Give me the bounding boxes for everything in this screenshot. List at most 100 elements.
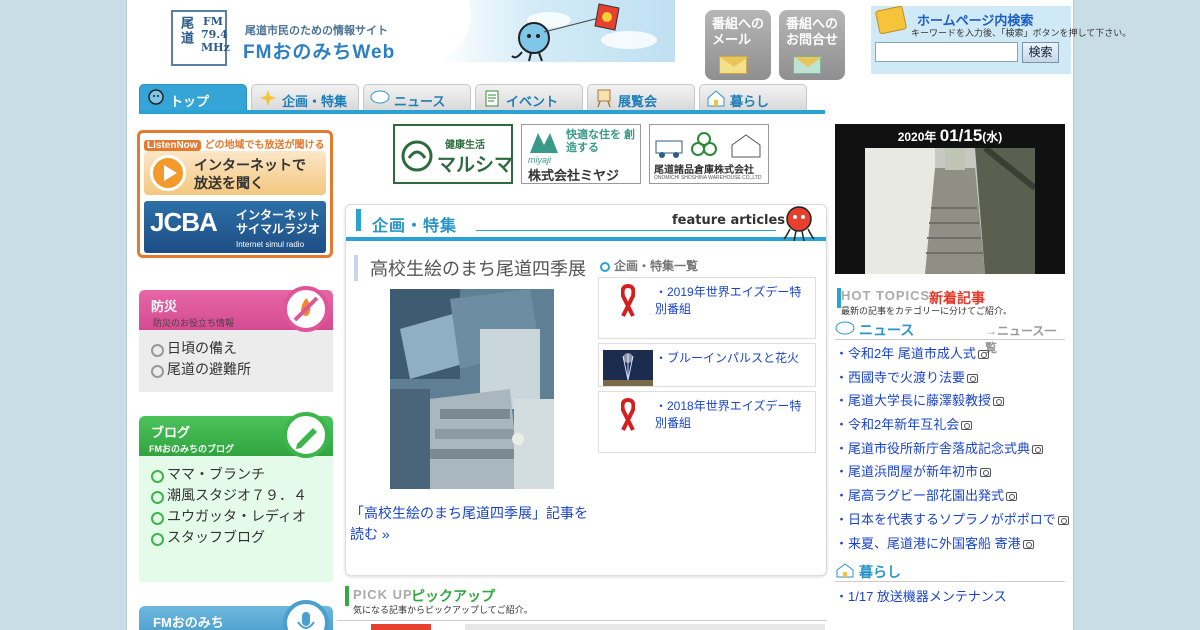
feature-list-title[interactable]: 企画・特集一覧 [600,257,698,274]
red-ribbon-icon [621,398,635,431]
blog-item[interactable]: ママ・ブランチ [139,464,309,485]
camera-icon [993,397,1005,407]
pickup-thumbnail[interactable] [371,624,431,630]
tab-events[interactable]: イベント [475,84,583,111]
book-icon [874,5,908,35]
search-note: キーワードを入力後、「検索」ボタンを押して下さい。 [911,28,1132,38]
fm-section: FMおのみち [139,600,333,630]
news-item[interactable]: ・来夏、尾道港に外国客船 寄港 [835,534,1075,558]
program-contact-label: 番組への お問合せ [786,16,839,47]
pickup-divider [337,620,827,621]
no-fire-icon [283,286,329,332]
feature-list-item[interactable]: ・2019年世界エイズデー特別番組 [598,277,816,339]
blog-item[interactable]: 潮風スタジオ７９．４ [139,485,309,506]
sponsor-name: 尾道諸品倉庫株式会社 [654,165,754,176]
news-list: ・令和2年 尾道市成人式 ・西國寺で火渡り法要 ・尾道大学長に藤澤毅教授 ・令和… [835,344,1075,557]
camera-icon [1057,515,1069,525]
sponsor-marushima[interactable]: 健康生活 マルシマ [393,124,513,184]
news-item[interactable]: ・尾道市役所新庁舎落成記念式典 [835,439,1075,463]
camera-icon [1022,539,1034,549]
tab-living[interactable]: 暮らし [699,84,807,111]
blog-subtitle: FMおのみちのブログ [149,444,234,454]
tab-label: ニュース [394,94,446,109]
feature-article-image[interactable] [390,289,554,489]
news-item[interactable]: ・尾道浜問屋が新年初市 [835,462,1075,486]
living-item[interactable]: ・1/17 放送機器メンテナンス [835,586,1007,605]
tab-label: 暮らし [730,94,770,109]
sponsor-name: マルシマ [437,155,514,176]
sponsor-top: 健康生活 [445,140,485,151]
site-search: ホームページ内検索 キーワードを入力後、「検索」ボタンを押して下さい。 検索 [871,5,1131,74]
tab-news[interactable]: ニュース [363,84,471,111]
feature-list-item[interactable]: ・2018年世界エイズデー特別番組 [598,391,816,453]
search-input[interactable] [875,42,1018,62]
bousai-item[interactable]: 尾道の避難所 [139,359,333,380]
station-logo[interactable]: 尾道 FM 79.4 MHz [171,10,230,66]
news-item[interactable]: ・尾道大学長に藤澤毅教授 [835,391,1075,415]
jcba-logo: JCBA [150,207,218,237]
site-tagline: 尾道市民のための情報サイト [245,25,388,37]
listen-badge: ListenNow [144,140,201,151]
feature-list-item[interactable]: ・ブルーインパルスと花火 [598,343,816,387]
listen-now-banner[interactable]: ListenNow どの地域でも放送が聞ける インターネットで 放送を聞く JCB… [137,130,333,258]
site-name[interactable]: FMおのみちWeb [243,37,395,64]
tab-top[interactable]: トップ [139,84,247,111]
search-button[interactable]: 検索 [1022,42,1059,63]
date-day: 01/15 [939,126,983,145]
speech-bubble-icon [835,321,855,335]
news-title: ニュース [859,322,915,338]
blog-item[interactable]: スタッフブログ [139,527,309,548]
camera-icon [1006,492,1018,502]
news-item[interactable]: ・日本を代表するソプラノがポポロで [835,510,1075,534]
feature-article-title[interactable]: 高校生絵のまち尾道四季展 [354,255,586,281]
camera-icon [1032,444,1044,454]
pickup-header: PICK UP ピックアップ 気になる記事からピックアップしてご紹介。 [343,584,823,615]
tab-features[interactable]: 企画・特集 [251,84,359,111]
news-item[interactable]: ・尾高ラグビー部花園出発式 [835,486,1075,510]
feature-header: 企画・特集 feature articles [346,205,826,242]
octopus-mascot-icon [783,206,815,242]
listen-internet-button[interactable]: インターネットで 放送を聞く [144,151,326,195]
miyaji-logo-icon [530,133,558,153]
tab-label: 企画・特集 [282,94,348,109]
pencil-icon [283,412,329,458]
bousai-title: 防災 [151,299,178,314]
sponsor-name: 株式会社ミヤジ [528,168,620,183]
nav-underline [139,110,825,114]
program-mail-button[interactable]: 番組への メール [705,10,771,80]
house-icon [707,90,725,107]
sponsor-warehouse[interactable]: 尾道諸品倉庫株式会社 ONOMICHI SHOSHINA WAREHOUSE C… [649,124,769,184]
easel-icon [597,89,611,108]
current-date: 2020年 01/15(水) [835,126,1065,146]
feature-panel: 企画・特集 feature articles 高校生絵のまち尾道四季展 「高校生… [345,204,827,576]
mascot-icon [148,89,164,105]
tab-exhibition[interactable]: 展覧会 [587,84,695,111]
daily-photo[interactable] [865,148,1035,274]
sponsor-top: 快適な住を 創造する [566,129,636,154]
pickup-subtitle: 気になる記事からピックアップしてご紹介。 [353,605,533,615]
jcba-banner[interactable]: JCBA インターネット サイマルラジオ Internet simul radi… [144,201,326,253]
jcba-line-3: Internet simul radio [236,240,305,249]
tab-label: 展覧会 [618,94,658,109]
living-header: 暮らし [835,562,1065,582]
news-item[interactable]: ・令和2年新年互礼会 [835,415,1075,439]
clipboard-icon [485,90,499,107]
sponsor-miyaji[interactable]: miyaji 快適な住を 創造する 株式会社ミヤジ [521,124,641,184]
jcba-line-2: サイマルラジオ [236,222,320,236]
envelope-icon [719,56,748,74]
camera-icon [977,350,989,359]
fireworks-photo [603,350,653,386]
logo-frequency: FM 79.4 MHz [201,15,230,54]
hot-topics-subtitle: 最新の記事をカテゴリーに分けてご紹介。 [841,306,1013,316]
news-item[interactable]: ・令和2年 尾道市成人式 [835,344,1075,368]
news-item[interactable]: ・西國寺で火渡り法要 [835,368,1075,392]
jcba-line-1: インターネット [236,208,321,222]
bousai-subtitle: 防災のお役立ち情報 [153,318,235,328]
fm-section-title: FMおのみち [153,615,224,630]
pickup-item[interactable] [465,624,825,630]
feature-article-link[interactable]: 「高校生絵のまち尾道四季展」記事を読む » [350,503,600,545]
feature-list-text: ・2018年世界エイズデー特別番組 [655,399,802,430]
program-contact-button[interactable]: 番組への お問合せ [779,10,845,80]
bousai-item[interactable]: 日頃の備え [139,338,333,359]
blog-item[interactable]: ユウガッタ・レディオ [139,506,309,527]
